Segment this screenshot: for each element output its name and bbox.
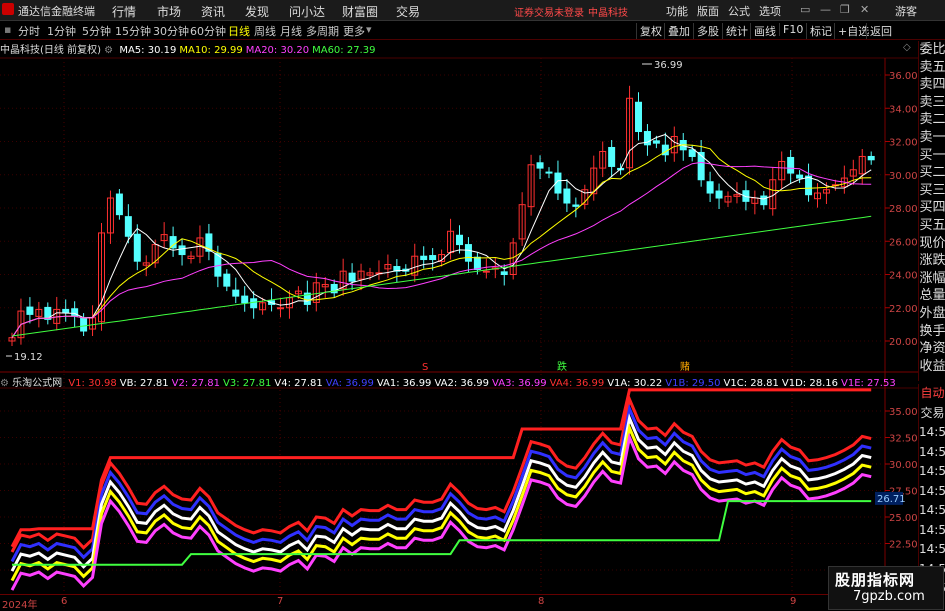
price-axis-label-0: 36.00 [889,71,918,82]
date-label-sep: 9 [790,596,797,607]
indicator-title: 乐淘公式网 [12,378,63,389]
indicator-legend-item-7: VA2: 36.99 [434,378,490,389]
candle-body [608,146,616,167]
ma5-line [11,133,872,338]
candle-body [867,155,875,161]
ind-axis-label-2: 30.00 [889,460,918,471]
candle-body [706,181,714,194]
candle-body [420,255,428,261]
indicator-legend-item-6: VA1: 36.99 [376,378,432,389]
candle-body [787,156,795,174]
candle-body [456,234,463,246]
site-watermark: 股朋指标网 7gpzb.com [828,566,944,610]
candle-body [635,101,642,133]
candle-body [652,140,660,144]
ind-axis-label-5: 22.50 [889,540,918,551]
sell-signal: S [422,362,428,373]
candle-body [26,306,34,315]
price-axis-label-8: 20.00 [889,337,918,348]
indicator-legend-item-14: V1E: 27.53 [840,378,896,389]
price-axis-label-5: 26.00 [889,237,918,248]
candle-body [536,162,544,169]
price-axis-label-4: 28.00 [889,204,918,215]
indicator-legend-item-3: V3: 27.81 [223,378,272,389]
candle-body [429,255,437,261]
fall-signal: 跌 [557,360,567,373]
candle-body [169,236,177,249]
kline-chart[interactable]: 36.00 34.00 32.00 30.00 28.00 26.00 24.00 22.00… [0,0,945,609]
current-value-tag: 26.71 [877,494,906,505]
indicator-legend-item-10: V1A: 30.22 [607,378,663,389]
candle-body [348,272,356,282]
candle-body [250,298,258,309]
candle-body [500,271,508,275]
indicator-legend-item-1: VB: 27.81 [119,378,169,389]
ma60-line [11,215,872,337]
indicator-legend-item-13: V1D: 28.16 [781,378,838,389]
price-axis-label-3: 30.00 [889,171,918,182]
candle-body [115,193,123,216]
indicator-legend-item-0: V1: 30.98 [68,378,117,389]
watermark-url: 7gpzb.com [853,589,925,604]
indicator-legend-item-12: V1C: 28.81 [723,378,779,389]
candle-body [688,149,696,157]
candle-body [223,273,231,287]
indicator-legend-item-9: VA4: 36.99 [549,378,605,389]
candle-body [124,216,132,237]
price-axis-label-7: 22.00 [889,304,918,315]
candle-body [178,245,186,256]
price-axis-label-6: 24.00 [889,271,918,282]
candle-body [697,151,705,181]
date-label-jul: 7 [277,596,284,607]
indicator-legend-item-2: V2: 27.81 [171,378,221,389]
candle-body [760,195,768,206]
price-axis-label-2: 32.00 [889,138,918,149]
low-price-label: 19.12 [14,352,43,363]
ind-axis-label-1: 32.50 [889,434,918,445]
price-axis-label-1: 34.00 [889,104,918,115]
candle-body [473,256,481,271]
candle-body [545,171,553,174]
candle-body [563,188,571,204]
buy-signal: 赌 [680,360,690,373]
candle-body [62,308,70,314]
candle-body [277,307,284,310]
indicator-legend-item-5: VA: 36.99 [325,378,374,389]
ind-axis-label-4: 25.00 [889,513,918,524]
high-price-label: 36.99 [654,60,683,71]
candle-body [805,175,813,196]
watermark-title: 股朋指标网 [835,571,916,589]
indicator-legend-item-4: V4: 27.81 [274,378,323,389]
candle-body [572,204,580,207]
candle-body [80,317,88,332]
candle-body [464,244,472,262]
date-label-aug: 8 [538,596,545,607]
date-label-jun: 6 [61,596,68,607]
indicator-legend: ⚙ 乐淘公式网 V1: 30.98 VB: 27.81 V2: 27.81 V3: 2… [0,374,896,389]
ind-axis-label-0: 35.00 [889,407,918,418]
candle-body [715,190,723,199]
indicator-legend-item-8: VA3: 36.99 [492,378,547,389]
candle-body [796,174,804,179]
indicator-legend-item-11: V1B: 29.50 [665,378,721,389]
indicator-ribbon-2 [10,413,872,572]
candle-body [232,289,240,297]
candle-body [133,233,141,262]
candle-body [241,295,249,304]
date-axis: 2024年 6 7 8 9 [0,594,918,611]
indicator-gear-icon[interactable]: ⚙ [0,378,9,389]
candle-body [482,270,490,273]
